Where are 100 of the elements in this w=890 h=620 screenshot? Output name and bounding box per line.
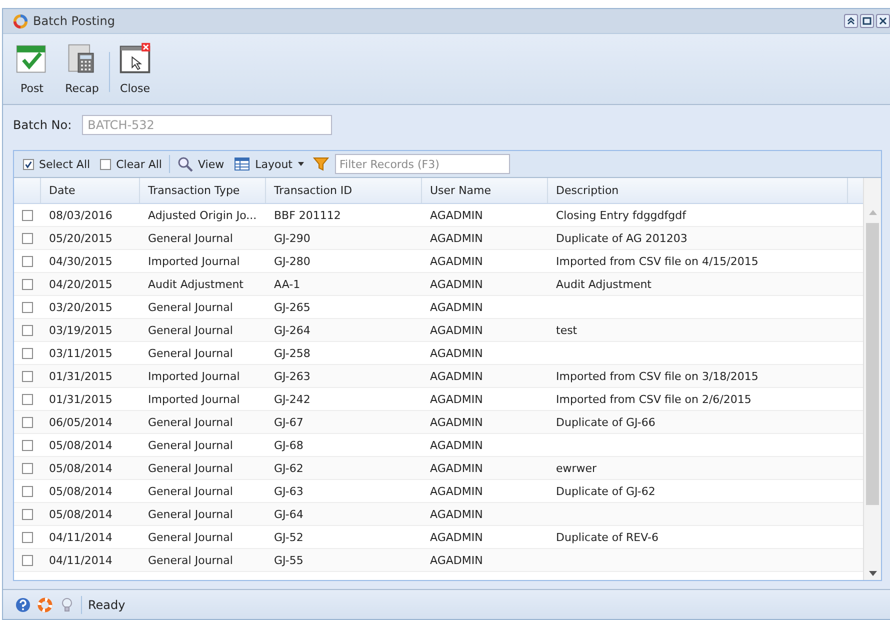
lifebuoy-icon[interactable] — [37, 596, 53, 612]
table-cell: Duplicate of GJ-62 — [556, 484, 656, 498]
row-checkbox[interactable] — [22, 348, 32, 358]
table-cell: GJ-67 — [274, 416, 304, 428]
row-checkbox[interactable] — [22, 508, 32, 520]
table-cell: AGADMIN — [430, 208, 483, 222]
row-checkbox[interactable] — [22, 462, 32, 474]
table-cell: Audit Adjustment — [148, 278, 244, 290]
lightbulb-icon[interactable] — [59, 596, 75, 612]
help-icon[interactable] — [15, 596, 31, 612]
select-all-button[interactable]: Select All — [20, 156, 94, 172]
table-cell: GJ-68 — [274, 438, 304, 452]
window-title: Batch Posting — [33, 14, 115, 28]
table-cell: Imported Journal — [148, 254, 240, 268]
batch-no-label: Batch No: — [13, 118, 72, 132]
table-cell: General Journal — [148, 554, 233, 566]
table-cell: AGADMIN — [430, 530, 483, 544]
table-cell: GJ-264 — [274, 324, 310, 336]
table-cell: AGADMIN — [430, 508, 483, 520]
filter-field[interactable]: Filter Records (F3) — [334, 154, 510, 174]
recap-button[interactable]: Recap — [59, 38, 107, 95]
table-cell: 05/08/2014 — [49, 462, 112, 474]
table-cell: 04/20/2015 — [49, 278, 112, 290]
row-checkbox[interactable] — [22, 532, 32, 542]
table-cell: AGADMIN — [430, 324, 483, 336]
row-checkbox[interactable] — [22, 302, 32, 312]
table-cell: General Journal — [148, 438, 233, 452]
table-cell: General Journal — [148, 232, 233, 244]
table-cell: Duplicate of GJ-66 — [556, 416, 656, 428]
table-cell: 05/08/2014 — [49, 508, 112, 520]
row-checkbox[interactable] — [22, 486, 32, 496]
checkbox[interactable] — [23, 158, 34, 170]
table-cell: General Journal — [148, 484, 233, 498]
table-cell: GJ-242 — [274, 392, 310, 406]
table-cell: Imported Journal — [148, 392, 240, 406]
caret-icon — [298, 162, 304, 166]
clear-all-button[interactable]: Clear All — [97, 156, 165, 172]
collapse-button[interactable] — [844, 14, 858, 28]
table-cell: AGADMIN — [430, 438, 483, 452]
double-chevron-up-icon — [846, 16, 856, 26]
post-button[interactable]: Post — [9, 38, 57, 95]
row-checkbox[interactable] — [22, 394, 32, 404]
row-checkbox[interactable] — [22, 416, 32, 428]
table-cell: ewrwer — [556, 462, 597, 474]
scrollbar-thumb[interactable] — [866, 223, 879, 505]
layout-button[interactable]: Layout — [231, 154, 306, 174]
table-cell: General Journal — [148, 462, 233, 474]
table-cell: General Journal — [148, 508, 233, 520]
app-logo-icon — [13, 14, 28, 28]
column-header[interactable]: Transaction ID — [265, 178, 421, 203]
table-cell: AGADMIN — [430, 462, 483, 474]
filter-icon[interactable] — [312, 156, 328, 172]
column-header[interactable]: Transaction Type — [139, 178, 265, 203]
column-header[interactable]: Description — [547, 178, 847, 203]
table-cell: 04/30/2015 — [49, 254, 112, 268]
table-cell: GJ-52 — [274, 530, 304, 544]
row-checkbox[interactable] — [22, 278, 32, 290]
scroll-up-arrow-icon[interactable] — [868, 210, 876, 215]
row-checkbox[interactable] — [22, 440, 32, 450]
row-checkbox[interactable] — [22, 256, 32, 266]
table-cell: General Journal — [148, 416, 233, 428]
table-cell: AGADMIN — [430, 232, 483, 244]
table-icon — [234, 156, 250, 172]
table-cell: 03/11/2015 — [49, 346, 112, 360]
table-cell: Duplicate of AG 201203 — [556, 232, 688, 244]
table-cell: test — [556, 324, 578, 336]
table-cell: GJ-265 — [274, 300, 310, 314]
table-cell: 05/08/2014 — [49, 484, 112, 498]
table-cell: 04/11/2014 — [49, 530, 112, 544]
maximize-icon — [862, 16, 872, 26]
close-window-button[interactable] — [876, 14, 890, 28]
row-checkbox[interactable] — [22, 370, 32, 382]
table-cell: GJ-263 — [274, 370, 310, 382]
maximize-button[interactable] — [860, 14, 874, 28]
table-cell: AGADMIN — [430, 254, 483, 268]
table-cell: AGADMIN — [430, 554, 483, 566]
table-cell: AGADMIN — [430, 300, 483, 314]
table-cell: Adjusted Origin Jo... — [148, 208, 257, 222]
status-text: Ready — [88, 598, 126, 612]
table-cell: AGADMIN — [430, 278, 483, 290]
table-cell: AGADMIN — [430, 370, 483, 382]
table-cell: 08/03/2016 — [49, 208, 112, 222]
column-header[interactable]: Date — [40, 178, 139, 203]
table-cell: Imported from CSV file on 4/15/2015 — [556, 254, 758, 268]
row-checkbox[interactable] — [22, 232, 32, 244]
close-button[interactable]: Close — [112, 38, 160, 95]
checkbox[interactable] — [100, 158, 112, 170]
column-header[interactable]: User Name — [421, 178, 547, 203]
table-cell: AGADMIN — [430, 416, 483, 428]
table-cell: 03/19/2015 — [49, 324, 112, 336]
row-checkbox[interactable] — [22, 554, 32, 566]
view-button[interactable]: View — [174, 154, 228, 174]
row-checkbox[interactable] — [22, 210, 32, 220]
table-cell: Duplicate of REV-6 — [556, 530, 658, 544]
search-icon — [176, 156, 193, 172]
table-cell: General Journal — [148, 346, 233, 360]
scroll-down-arrow-icon[interactable] — [868, 571, 876, 576]
table-cell: GJ-63 — [274, 484, 304, 498]
close-icon — [878, 16, 888, 26]
row-checkbox[interactable] — [22, 324, 32, 336]
